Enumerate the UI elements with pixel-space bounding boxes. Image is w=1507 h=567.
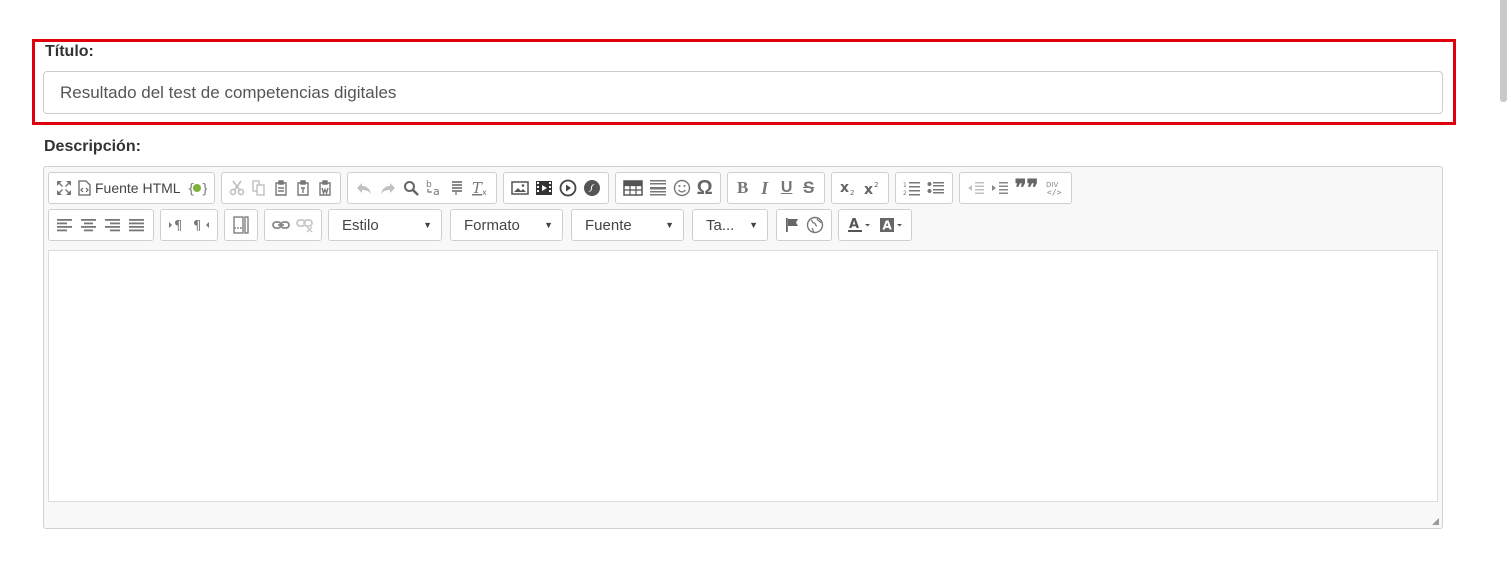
underline-icon[interactable]: U (776, 175, 798, 201)
font-combo[interactable]: Fuente ▼ (571, 209, 684, 241)
smiley-icon[interactable] (670, 175, 694, 201)
svg-text:x: x (482, 188, 487, 196)
replace-icon[interactable]: ba (422, 175, 446, 201)
anchor-flag-icon[interactable] (781, 212, 803, 238)
create-div-icon[interactable]: DIV </> (1041, 175, 1067, 201)
font-combo-label: Fuente (585, 216, 632, 234)
toolbar-group-lists: 12 (894, 172, 953, 204)
chevron-down-icon: ▼ (423, 220, 432, 230)
svg-text:a: a (433, 185, 440, 197)
align-left-icon[interactable] (53, 212, 77, 238)
toolbar-row-1: Fuente HTML {} (48, 171, 1078, 205)
page-scrollbar[interactable] (1500, 0, 1507, 102)
copy-icon[interactable] (248, 175, 270, 201)
description-label: Descripción: (44, 138, 141, 155)
flash-icon[interactable] (580, 175, 604, 201)
svg-text:A: A (883, 219, 893, 233)
bulleted-list-icon[interactable] (924, 175, 948, 201)
toolbar-group-editing: ba Tx (346, 172, 497, 204)
text-direction-rtl-icon[interactable]: ¶ (189, 212, 213, 238)
toolbar-group-basicstyles: B I U S (726, 172, 825, 204)
title-input[interactable] (43, 71, 1443, 114)
title-label: Título: (45, 43, 94, 60)
toolbar-group-clipboard (220, 172, 341, 204)
text-direction-ltr-icon[interactable]: ¶ (165, 212, 189, 238)
paste-icon[interactable] (270, 175, 292, 201)
redo-icon[interactable] (376, 175, 400, 201)
size-combo[interactable]: Ta... ▼ (692, 209, 768, 241)
svg-text:}: } (201, 182, 207, 196)
svg-text:x: x (864, 182, 873, 196)
chevron-down-icon: ▼ (749, 220, 758, 230)
align-center-icon[interactable] (77, 212, 101, 238)
format-combo-label: Formato (464, 216, 520, 234)
svg-text:¶: ¶ (174, 219, 182, 233)
format-combo[interactable]: Formato ▼ (450, 209, 563, 241)
numbered-list-icon[interactable]: 12 (900, 175, 924, 201)
svg-text:2: 2 (850, 189, 854, 196)
remove-format-icon[interactable]: Tx (468, 175, 492, 201)
style-combo[interactable]: Estilo ▼ (328, 209, 442, 241)
blockquote-icon[interactable]: ❞❞ (1012, 175, 1042, 201)
source-html-label: Fuente HTML (95, 180, 181, 196)
svg-text:¶: ¶ (193, 219, 201, 233)
horizontal-rule-icon[interactable] (646, 175, 670, 201)
toolbar-group-insert (502, 172, 609, 204)
style-combo-label: Estilo (342, 216, 379, 234)
rich-text-editor: Fuente HTML {} (43, 166, 1443, 529)
editor-content-area[interactable] (48, 250, 1438, 502)
align-justify-icon[interactable] (125, 212, 149, 238)
toolbar-row-2: ¶ ¶ Estilo ▼ Formato ▼ Fuente ▼ Ta... ▼ … (48, 208, 918, 242)
text-color-icon[interactable]: A (843, 212, 875, 238)
svg-text:A: A (849, 217, 859, 232)
svg-text:x: x (840, 180, 849, 196)
italic-icon[interactable]: I (754, 175, 776, 201)
toolbar-group-scripts: x2 x2 (830, 172, 889, 204)
align-right-icon[interactable] (101, 212, 125, 238)
link-icon[interactable] (269, 212, 293, 238)
image-icon[interactable] (508, 175, 532, 201)
table-icon[interactable] (620, 175, 646, 201)
size-combo-label: Ta... (706, 216, 735, 234)
toolbar-group-pagebreak (224, 209, 258, 241)
svg-text:2: 2 (903, 190, 907, 196)
toolbar-group-anchor-lang (776, 209, 832, 241)
search-icon[interactable] (400, 175, 422, 201)
paste-text-icon[interactable] (292, 175, 314, 201)
subscript-icon[interactable]: x2 (836, 175, 860, 201)
chevron-down-icon: ▼ (665, 220, 674, 230)
paste-word-icon[interactable] (314, 175, 336, 201)
source-html-button[interactable]: Fuente HTML (75, 175, 184, 201)
bold-icon[interactable]: B (732, 175, 754, 201)
special-char-icon[interactable]: Ω (694, 175, 716, 201)
svg-text:2: 2 (874, 181, 878, 189)
toolbar-group-blocks: ❞❞ DIV </> (958, 172, 1073, 204)
toolbar-group-colors: A A (838, 209, 912, 241)
cut-icon[interactable] (226, 175, 248, 201)
unlink-icon[interactable] (293, 212, 317, 238)
indent-icon[interactable] (988, 175, 1012, 201)
toolbar-group-document: Fuente HTML {} (48, 172, 215, 204)
toolbar-group-objects: Ω (614, 172, 721, 204)
maximize-icon[interactable] (53, 175, 75, 201)
toolbar-group-links (264, 209, 322, 241)
undo-icon[interactable] (352, 175, 376, 201)
select-all-icon[interactable] (446, 175, 468, 201)
media-play-icon[interactable] (556, 175, 580, 201)
superscript-icon[interactable]: x2 (860, 175, 884, 201)
editor-resize-handle[interactable] (1432, 518, 1439, 525)
language-globe-icon[interactable] (803, 212, 827, 238)
svg-text:b: b (426, 180, 432, 190)
chevron-down-icon: ▼ (544, 220, 553, 230)
page-break-icon[interactable] (229, 212, 253, 238)
background-color-icon[interactable]: A (875, 212, 907, 238)
svg-text:1: 1 (903, 182, 907, 189)
toolbar-group-bidi: ¶ ¶ (160, 209, 218, 241)
outdent-icon[interactable] (964, 175, 988, 201)
toolbar-group-align (48, 209, 154, 241)
video-icon[interactable] (532, 175, 556, 201)
svg-text:</>: </> (1047, 188, 1062, 197)
code-snippet-icon[interactable]: {} (184, 175, 210, 201)
strikethrough-icon[interactable]: S (798, 175, 820, 201)
